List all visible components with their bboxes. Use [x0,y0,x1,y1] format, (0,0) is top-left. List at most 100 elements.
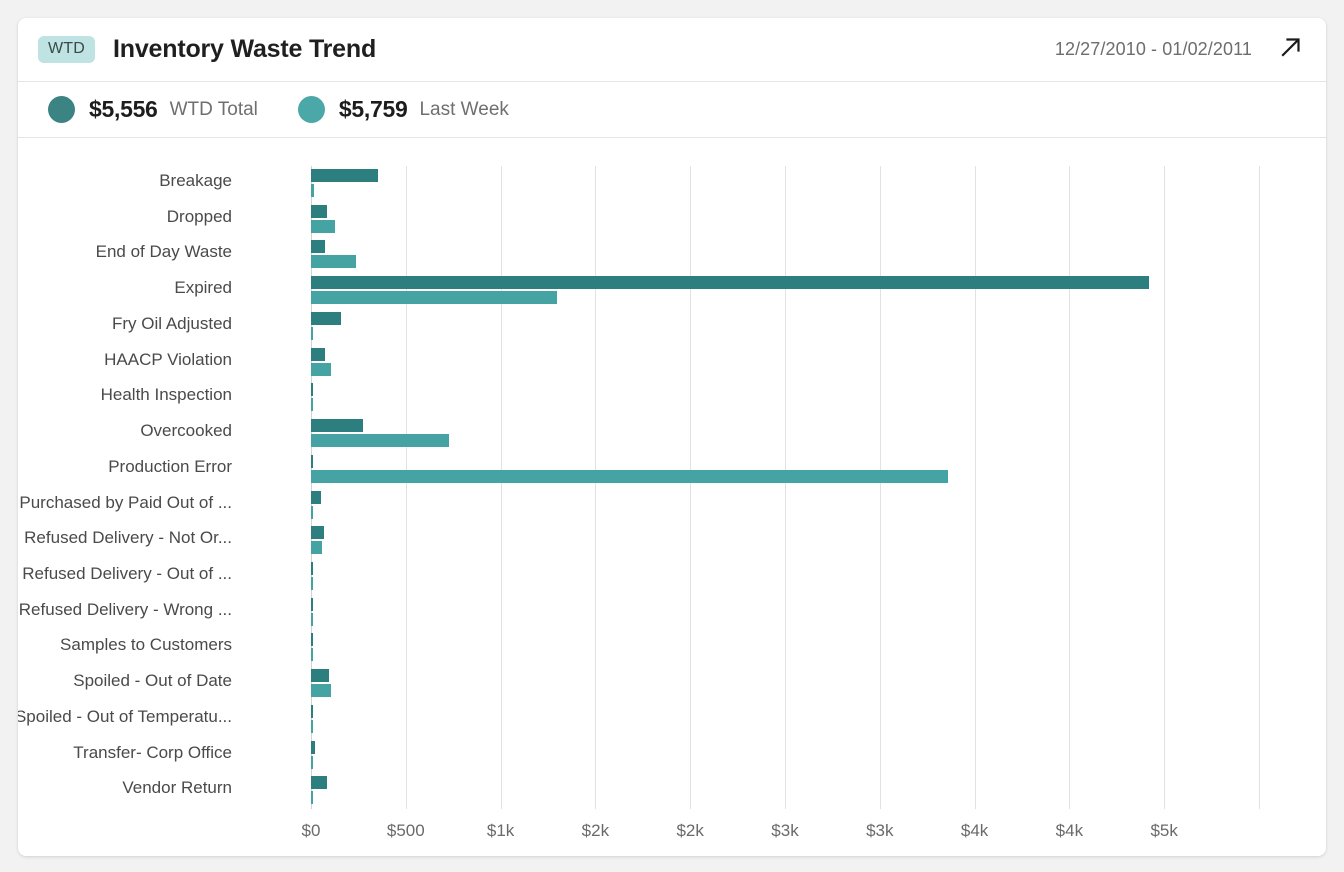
y-axis-category-label: End of Day Waste [95,242,232,262]
bar-last-week[interactable] [311,684,331,698]
bar-last-week[interactable] [311,648,313,662]
legend-item[interactable]: $5,759 Last Week [297,96,509,123]
x-axis-tick-label: $5k [1150,821,1178,840]
header-right-group: 12/27/2010 - 01/02/2011 [1055,34,1304,65]
bar-wtd[interactable] [311,526,325,540]
chart-row: Health Inspection [101,383,1259,419]
bar-last-week[interactable] [311,791,313,805]
bar-last-week[interactable] [311,719,313,733]
legend-label: WTD Total [169,98,258,120]
y-axis-category-label: Spoiled - Out of Temperatu... [18,706,232,726]
y-axis-category-label: Production Error [108,456,232,476]
y-axis-category-label: Samples to Customers [60,635,232,655]
chart-row: Production Error [108,454,1259,491]
bar-wtd[interactable] [311,204,328,218]
chart-row: Purchased by Paid Out of ... [19,490,1259,527]
bar-wtd[interactable] [311,597,313,611]
chart-legend: $5,556 WTD Total $5,759 Last Week [18,82,1326,138]
bar-last-week[interactable] [311,576,313,590]
bar-wtd[interactable] [311,740,315,754]
x-axis-tick-label: $3k [866,821,894,840]
y-axis-category-label: Fry Oil Adjusted [112,313,232,333]
y-axis-category-label: Health Inspection [100,385,232,405]
bar-last-week[interactable] [311,469,949,483]
legend-value: $5,556 [89,96,158,122]
y-axis-category-label: Refused Delivery - Wrong ... [18,599,232,619]
y-axis-category-label: Breakage [159,171,232,190]
bar-wtd[interactable] [311,419,364,433]
chart-row: Samples to Customers [60,633,1259,669]
bar-last-week[interactable] [311,184,314,197]
bar-last-week[interactable] [311,219,335,233]
bar-last-week[interactable] [311,434,450,448]
bar-wtd[interactable] [311,276,1150,290]
bar-last-week[interactable] [311,255,356,269]
bar-last-week[interactable] [311,398,313,412]
chart-row: Expired [174,276,1259,312]
bar-chart-plot: $0 $500 $1k $2k $2k $3k $3k $4k $4k $5k Breakage Dr… [18,166,1260,840]
bar-wtd[interactable] [311,347,326,361]
chart-row: Dropped [167,204,1259,241]
y-axis-category-label: Refused Delivery - Out of ... [22,563,232,583]
chart-row: HAACP Violation [104,347,1259,384]
y-axis-category-label: Overcooked [140,421,232,441]
y-axis-category-label: HAACP Violation [104,349,232,369]
x-axis-tick-label: $4k [960,821,989,840]
x-axis-tick-label: $1k [486,821,515,840]
chart-row: Spoiled - Out of Date [73,669,1259,705]
bar-last-week[interactable] [311,326,313,340]
bar-last-week[interactable] [311,541,323,555]
inventory-waste-trend-card: WTD Inventory Waste Trend 12/27/2010 - 0… [18,18,1326,856]
chart-row: Fry Oil Adjusted [112,311,1259,348]
chart-row: Breakage [159,169,1259,205]
bar-wtd[interactable] [311,490,322,504]
bar-wtd[interactable] [311,776,328,790]
y-axis-category-label: Spoiled - Out of Date [73,671,232,691]
bar-wtd[interactable] [311,633,313,647]
bar-wtd[interactable] [311,169,379,182]
wtd-badge: WTD [38,36,96,63]
arrow-up-right-icon[interactable] [1278,34,1304,65]
bar-wtd[interactable] [311,561,313,575]
bar-wtd[interactable] [311,311,342,325]
chart-row: Refused Delivery - Out of ... [22,561,1259,598]
bar-last-week[interactable] [311,362,331,376]
chart-area: $0 $500 $1k $2k $2k $3k $3k $4k $4k $5k Breakage Dr… [18,138,1326,854]
bar-wtd[interactable] [311,240,326,254]
chart-row: Spoiled - Out of Temperatu... [18,704,1259,741]
x-axis-tick-label: $500 [386,821,425,840]
chart-row: Vendor Return [122,776,1259,812]
card-header: WTD Inventory Waste Trend 12/27/2010 - 0… [18,18,1326,82]
bar-last-week[interactable] [311,291,558,305]
legend-item[interactable]: $5,556 WTD Total [48,96,258,123]
x-axis-tick-label: $3k [771,821,799,840]
bar-wtd[interactable] [311,669,329,683]
bar-last-week[interactable] [311,755,313,769]
y-axis-category-label: Vendor Return [122,778,232,798]
chart-row: Transfer- Corp Office [73,740,1259,777]
gridline [1259,166,1260,809]
chart-row: Overcooked [140,419,1259,455]
legend-dot-icon [48,96,75,123]
page-title: Inventory Waste Trend [113,35,377,63]
chart-row: End of Day Waste [96,240,1259,276]
y-axis-category-label: Purchased by Paid Out of ... [19,492,232,512]
legend-value: $5,759 [338,96,408,122]
chart-row: Refused Delivery - Not Or... [24,526,1259,562]
legend-dot-icon [297,96,325,123]
chart-row: Refused Delivery - Wrong ... [19,597,1259,634]
x-axis-tick-label: $2k [581,821,610,840]
x-axis-tick-label: $0 [301,821,321,840]
bar-wtd[interactable] [311,454,313,468]
y-axis-category-label: Expired [174,278,232,298]
y-axis-category-label: Transfer- Corp Office [73,742,232,762]
x-axis-tick-label: $4k [1055,821,1084,840]
y-axis-category-label: Dropped [166,206,232,226]
bar-last-week[interactable] [311,612,313,626]
bar-wtd[interactable] [311,704,313,718]
x-axis-tick-label: $2k [676,821,704,840]
bar-last-week[interactable] [311,505,313,519]
y-axis-category-label: Refused Delivery - Not Or... [24,528,232,548]
bar-wtd[interactable] [311,383,313,397]
legend-label: Last Week [419,98,509,120]
